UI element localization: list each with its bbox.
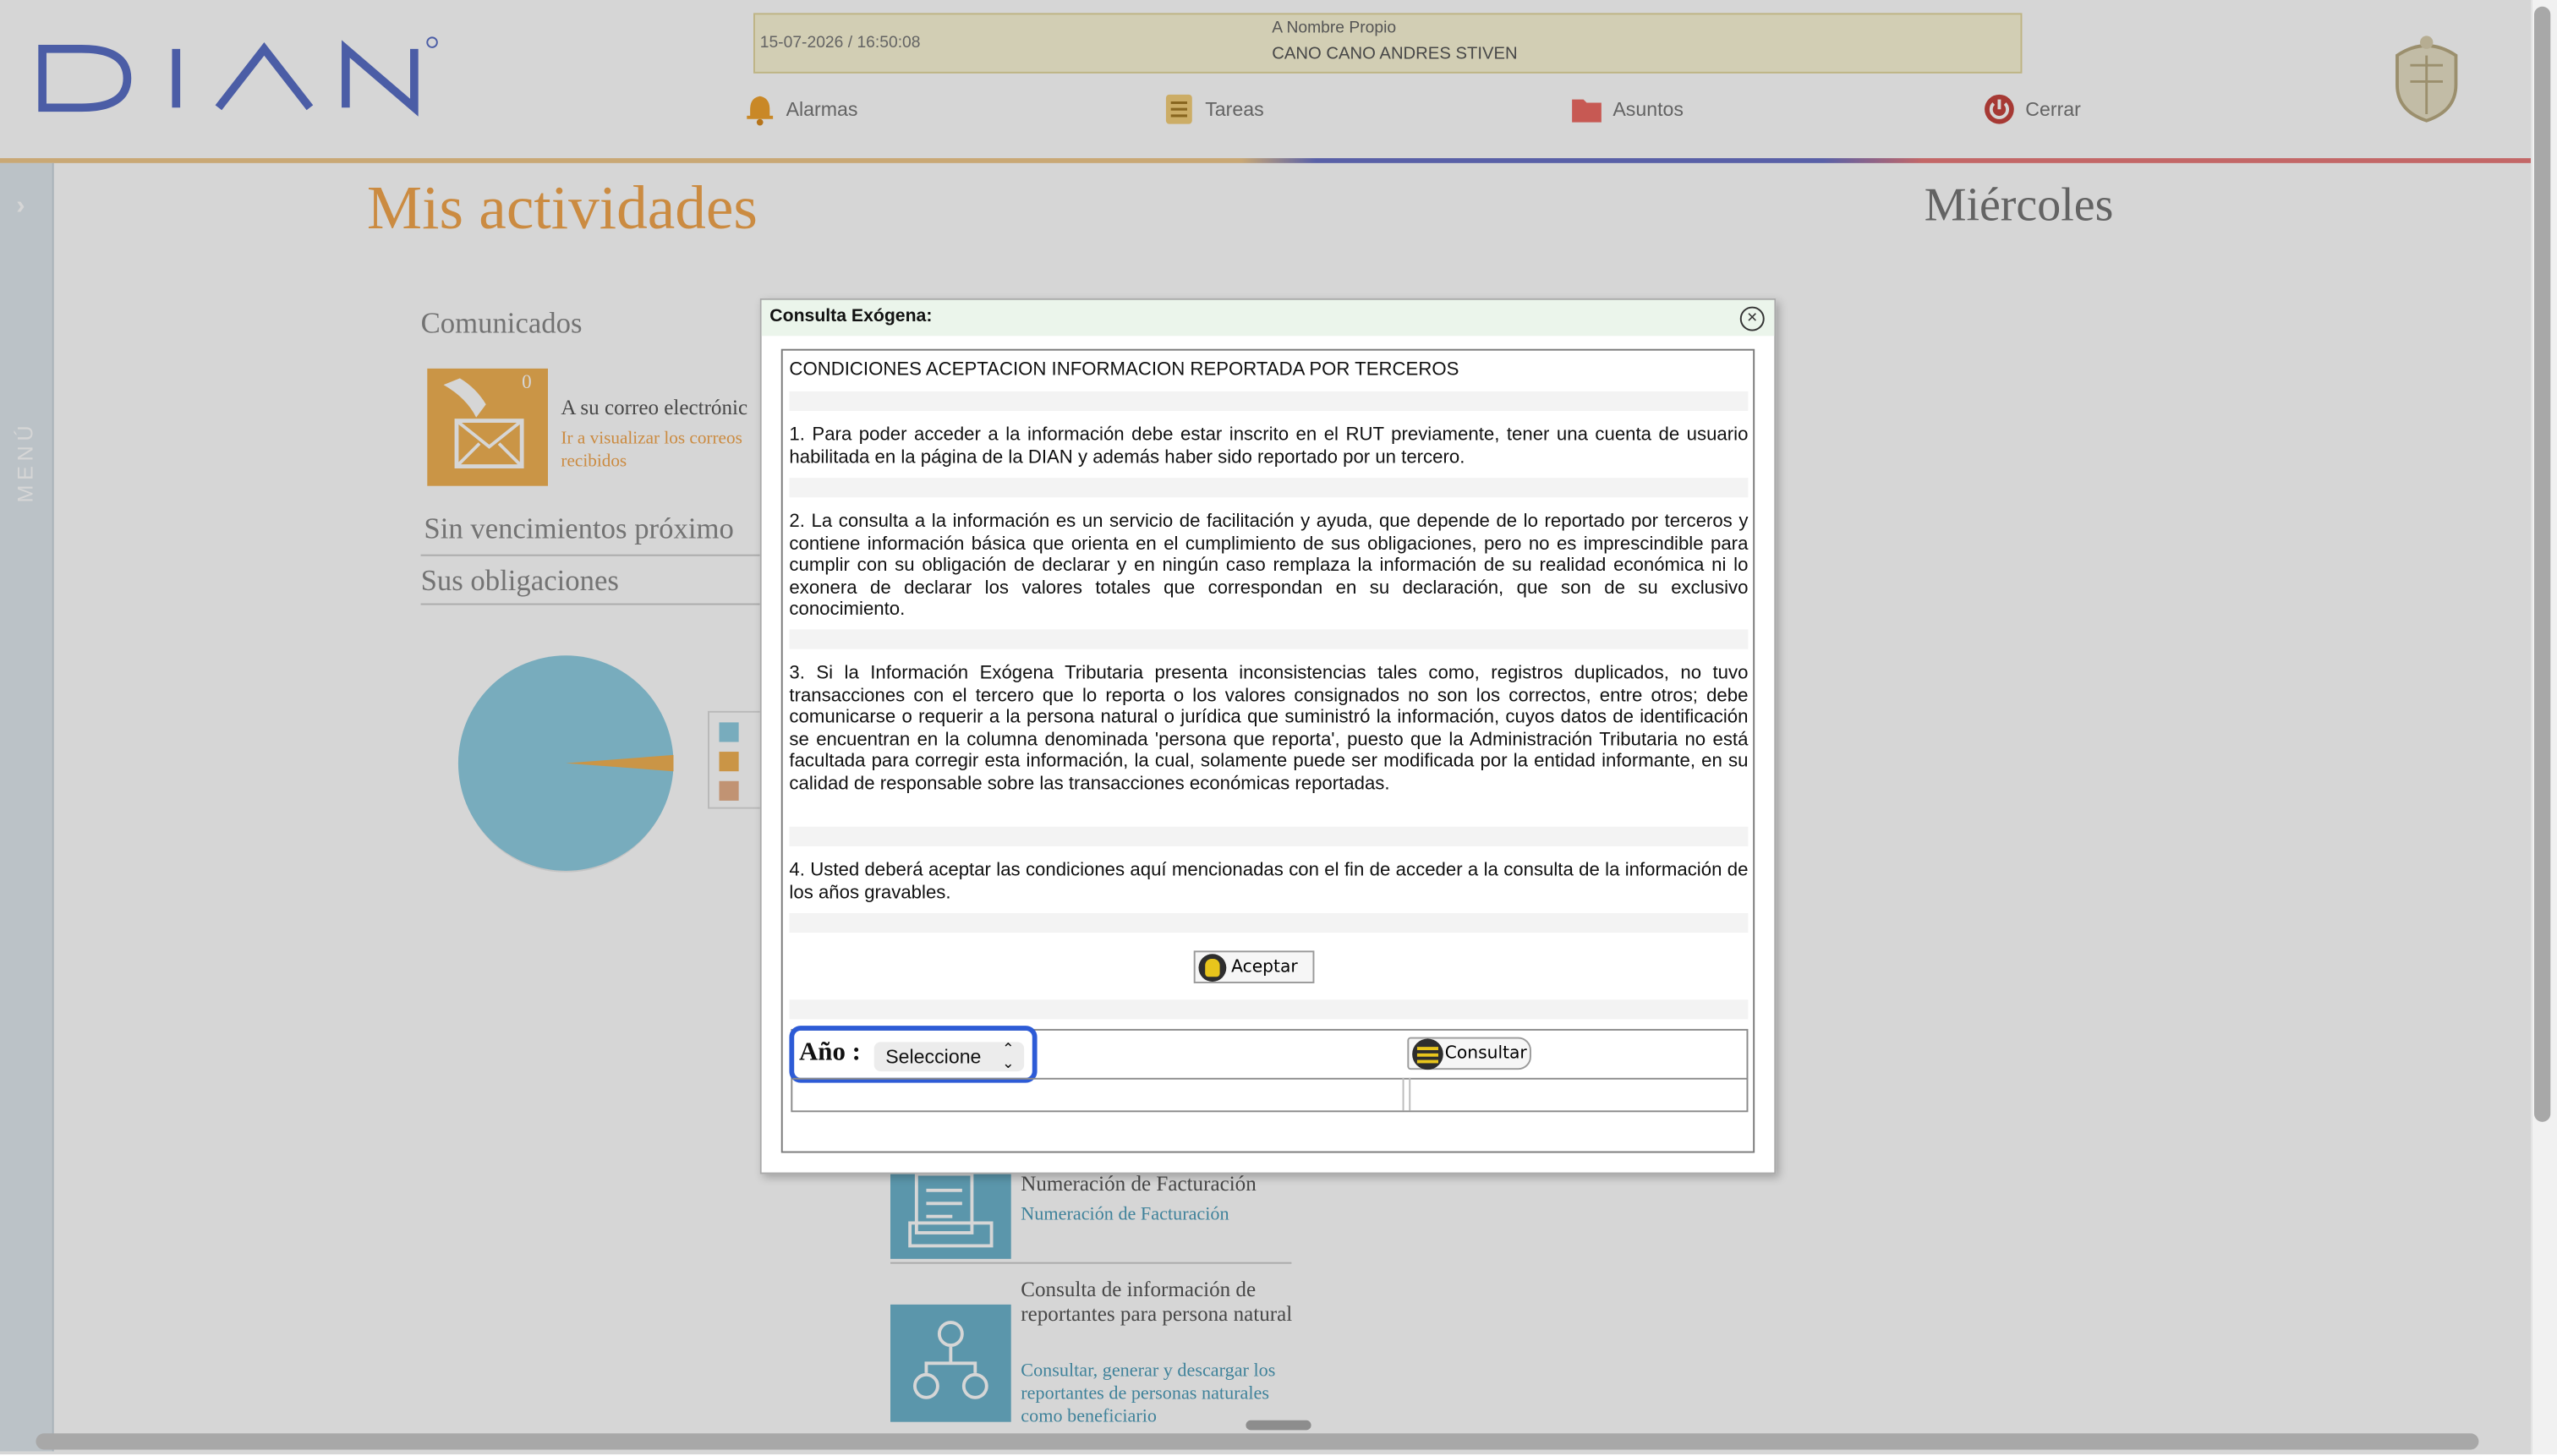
accept-button[interactable]: Aceptar: [1193, 950, 1315, 983]
condition-2: 2. La consulta a la información es un se…: [789, 512, 1749, 620]
row-separator: [789, 391, 1749, 411]
browser-viewport: 15-07-2026 / 16:50:08 A Nombre Propio CA…: [0, 0, 2557, 1455]
accept-icon: [1198, 953, 1227, 982]
row-separator: [789, 826, 1749, 846]
table-row-line: [792, 1077, 1747, 1080]
row-separator: [789, 999, 1749, 1020]
row-separator: [789, 629, 1749, 649]
list-icon: [1412, 1037, 1443, 1070]
consulta-exogena-dialog: Consulta Exógena: × CONDICIONES ACEPTACI…: [759, 298, 1777, 1174]
consultar-button-label: Consultar: [1444, 1043, 1527, 1064]
close-icon[interactable]: ×: [1739, 306, 1765, 331]
dialog-title: Consulta Exógena:: [769, 306, 933, 326]
accept-button-label: Aceptar: [1231, 957, 1298, 977]
condition-1: 1. Para poder acceder a la información d…: [789, 425, 1749, 468]
row-separator: [789, 912, 1749, 933]
conditions-heading: CONDICIONES ACEPTACION INFORMACION REPOR…: [789, 360, 1459, 380]
dialog-body: CONDICIONES ACEPTACION INFORMACION REPOR…: [780, 348, 1755, 1153]
horizontal-scrollbar-thumb[interactable]: [36, 1433, 2479, 1450]
table-column-line: [1402, 1077, 1404, 1111]
row-separator: [789, 478, 1749, 498]
year-query-table: Año : Seleccione ⌃ ⌄ Consultar: [789, 1026, 1749, 1113]
condition-3: 3. Si la Información Exógena Tributaria …: [789, 663, 1749, 794]
vertical-scrollbar-thumb[interactable]: [2533, 6, 2551, 1122]
table-column-line: [1409, 1077, 1411, 1111]
consultar-button[interactable]: Consultar: [1407, 1037, 1531, 1070]
condition-4: 4. Usted deberá aceptar las condiciones …: [789, 861, 1749, 903]
dialog-header: Consulta Exógena: ×: [761, 299, 1775, 337]
year-highlight-box: [789, 1026, 1038, 1083]
horizontal-scroll-handle[interactable]: [1246, 1420, 1311, 1431]
